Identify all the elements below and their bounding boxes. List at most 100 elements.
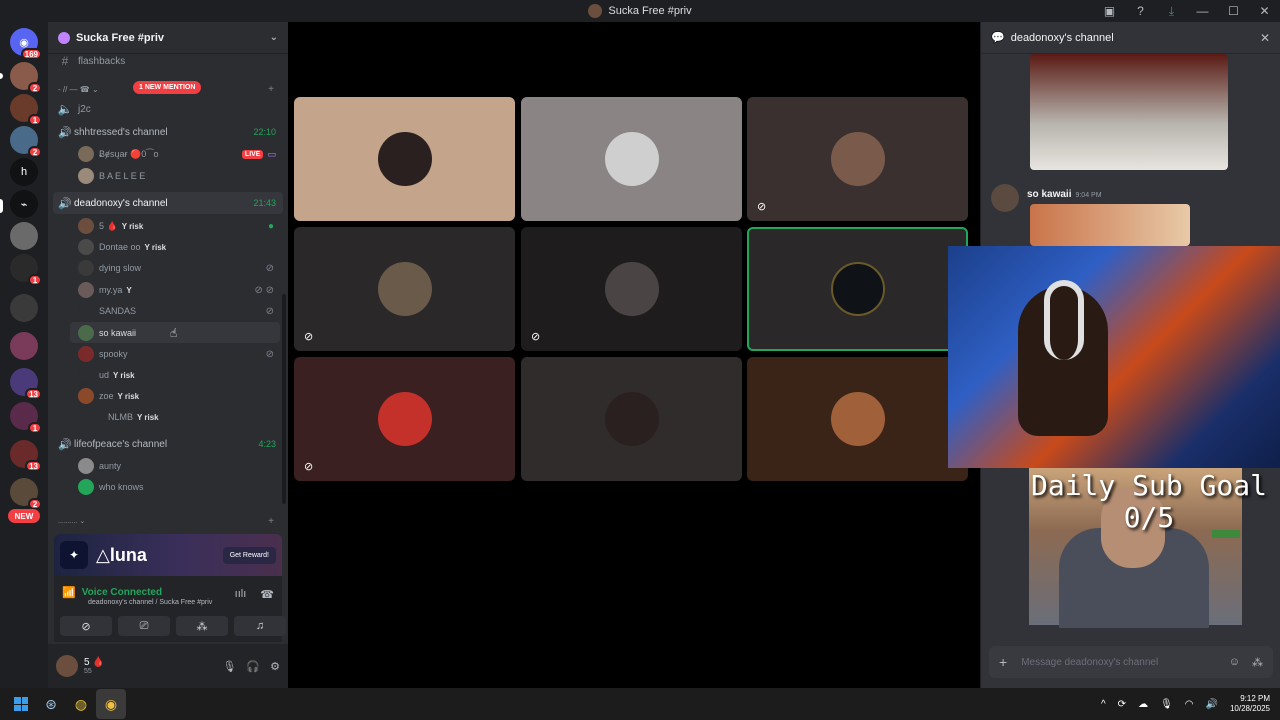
participant-tile[interactable] (294, 97, 515, 221)
add-attachment-icon[interactable]: + (999, 654, 1007, 670)
avatar[interactable] (991, 184, 1019, 212)
message-input[interactable]: + Message deadonoxy's channel ☺ ⁂ (989, 646, 1273, 678)
participant-tile[interactable] (521, 357, 742, 481)
participant-tile-speaking[interactable] (747, 227, 968, 351)
home-button[interactable]: ◉ 169 (10, 28, 42, 60)
sub-goal-overlay: Daily Sub Goal 0/5 (1018, 470, 1280, 534)
category-header[interactable]: .......... ⌄ + (48, 514, 288, 528)
discord-app[interactable]: ◉ (96, 689, 126, 719)
server-icon-1[interactable]: 2 (10, 62, 42, 94)
server-icon-6[interactable]: 1 (10, 254, 42, 286)
camera-off-button[interactable]: ⊘ (60, 616, 112, 636)
home-badge: 169 (20, 48, 42, 60)
server-header[interactable]: Sucka Free #priv ⌄ (48, 22, 288, 54)
noise-suppression-icon[interactable]: ıılı (235, 588, 247, 601)
close-button[interactable]: ✕ (1249, 0, 1280, 22)
signal-icon: 📶 (62, 587, 76, 599)
inbox-icon[interactable]: ▣ (1094, 0, 1125, 22)
server-icon-8[interactable]: 1 (10, 402, 42, 434)
voice-user[interactable]: my.ya Y ⊘ ⊘ (48, 280, 288, 300)
voice-user[interactable]: aunty (48, 456, 288, 476)
message-author[interactable]: so kawaii (1027, 189, 1071, 200)
voice-status[interactable]: 📶 Voice Connected (62, 586, 162, 599)
voice-user-hovered[interactable]: so kawaii ☝ (70, 322, 280, 343)
chat-image-attachment[interactable] (1030, 204, 1190, 246)
voice-channel-lifeofpeace[interactable]: 🔊 lifeofpeace's channel 4:23 (48, 434, 288, 454)
microphone-tray-icon[interactable]: 🎙 (1160, 699, 1173, 710)
voice-user[interactable]: Ƀɇsųaɍ 🔴0⁀o LIVE ▭ (48, 144, 288, 164)
chevron-up-icon[interactable]: ^ (1101, 699, 1106, 710)
server-icon-current[interactable]: ⌁ (10, 190, 38, 218)
clock-date: 10/28/2025 (1229, 704, 1270, 713)
voice-user[interactable]: NLMB Yrisk (48, 407, 288, 427)
luna-promo-banner[interactable]: ✦ △luna Get Reward! (54, 534, 282, 576)
close-icon[interactable]: ✕ (1260, 31, 1270, 45)
wifi-icon[interactable]: ◠ (1185, 699, 1194, 710)
participant-tile[interactable]: ⊘ (294, 227, 515, 351)
user-info[interactable]: 5 🩸 55 (78, 657, 105, 675)
server-icon-9[interactable]: 13 (10, 440, 42, 472)
voice-user[interactable]: dying slow ⊘ (48, 258, 288, 278)
participant-tile[interactable]: ⊘ (294, 357, 515, 481)
server-folder-1[interactable] (10, 294, 38, 322)
participant-tile[interactable]: ⊘ (521, 227, 742, 351)
new-mention-pill[interactable]: 1 NEW MENTION (133, 81, 202, 94)
gear-icon[interactable]: ⚙ (270, 660, 280, 673)
participant-tile[interactable] (747, 357, 968, 481)
apps-icon[interactable]: ⁂ (1252, 656, 1263, 669)
voice-user[interactable]: SANDAS ⊘ (48, 301, 288, 321)
participant-tile[interactable]: ⊘ (747, 97, 968, 221)
get-reward-button[interactable]: Get Reward! (222, 546, 276, 564)
microphone-icon[interactable]: 🎙 (222, 660, 236, 673)
channel-flashbacks[interactable]: # flashbacks (48, 54, 288, 68)
voice-location[interactable]: deadonoxy's channel / Sucka Free #priv (88, 599, 212, 606)
chat-image-attachment[interactable] (1030, 54, 1228, 170)
voice-user[interactable]: B A E L E E (48, 166, 288, 186)
server-icon-10[interactable]: 2 (10, 478, 42, 510)
cloud-icon[interactable]: ☁ (1138, 699, 1148, 710)
voice-user[interactable]: 5 🩸 Yrisk ● (48, 216, 288, 236)
chrome-app[interactable]: ◍ (66, 689, 96, 719)
minimize-button[interactable]: — (1187, 0, 1218, 22)
soundboard-button[interactable]: ♫ (234, 616, 286, 636)
clock[interactable]: 9:12 PM 10/28/2025 (1230, 694, 1270, 714)
voice-user[interactable]: zoe Yrisk (48, 386, 288, 406)
activities-button[interactable]: ⁂ (176, 616, 228, 636)
maximize-button[interactable]: ☐ (1218, 0, 1249, 22)
server-icon-h[interactable]: h (10, 158, 38, 186)
volume-icon[interactable]: 🔊 (1206, 699, 1218, 710)
sidebar-scrollbar[interactable] (282, 294, 286, 504)
help-icon[interactable]: ? (1125, 0, 1156, 22)
disconnect-icon[interactable]: ☎ (260, 588, 274, 601)
voice-channel-shhtressed[interactable]: 🔊 shhtressed's channel 22:10 (48, 122, 288, 142)
steam-app[interactable]: ⊛ (36, 689, 66, 719)
screen-share-button[interactable]: ⎚ (118, 616, 170, 636)
window-title-group: Sucka Free #priv (588, 4, 692, 18)
add-channel-icon[interactable]: + (268, 516, 274, 527)
server-icon-3[interactable]: 2 (10, 126, 42, 158)
speaker-icon: 🔊 (58, 126, 72, 139)
muted-icon: ⊘ (265, 305, 274, 317)
avatar[interactable] (56, 655, 78, 677)
start-button[interactable] (6, 689, 36, 719)
sticker-icon[interactable]: ☺ (1229, 656, 1240, 669)
download-icon[interactable]: ⤓ (1156, 0, 1187, 22)
server-icon-5[interactable] (10, 222, 38, 250)
voice-user[interactable]: ud Yrisk (48, 365, 288, 385)
channel-j2c[interactable]: 🔈 j2c (48, 100, 288, 118)
headphones-icon[interactable]: 🎧 (246, 660, 260, 673)
participant-tile[interactable] (521, 97, 742, 221)
voice-channel-deadonoxy[interactable]: 🔊 deadonoxy's channel 21:43 (53, 192, 283, 214)
voice-user[interactable]: who knows (48, 477, 288, 497)
sync-icon[interactable]: ⟳ (1118, 699, 1126, 710)
system-tray: ^ ⟳ ☁ 🎙 ◠ 🔊 9:12 PM 10/28/2025 (1101, 688, 1270, 720)
server-icon-2[interactable]: 1 (10, 94, 42, 126)
voice-user[interactable]: spooky ⊘ (48, 344, 288, 364)
server-icon-7[interactable] (10, 332, 38, 360)
add-channel-icon[interactable]: + (268, 84, 274, 95)
chat-title: deadonoxy's channel (1010, 31, 1114, 44)
voice-user[interactable]: Dontae oo Yrisk (48, 237, 288, 257)
server-folder-2[interactable]: 13 (10, 368, 42, 400)
muted-deafened-icon: ⊘ ⊘ (254, 284, 274, 296)
new-servers-pill[interactable]: NEW (8, 509, 40, 523)
